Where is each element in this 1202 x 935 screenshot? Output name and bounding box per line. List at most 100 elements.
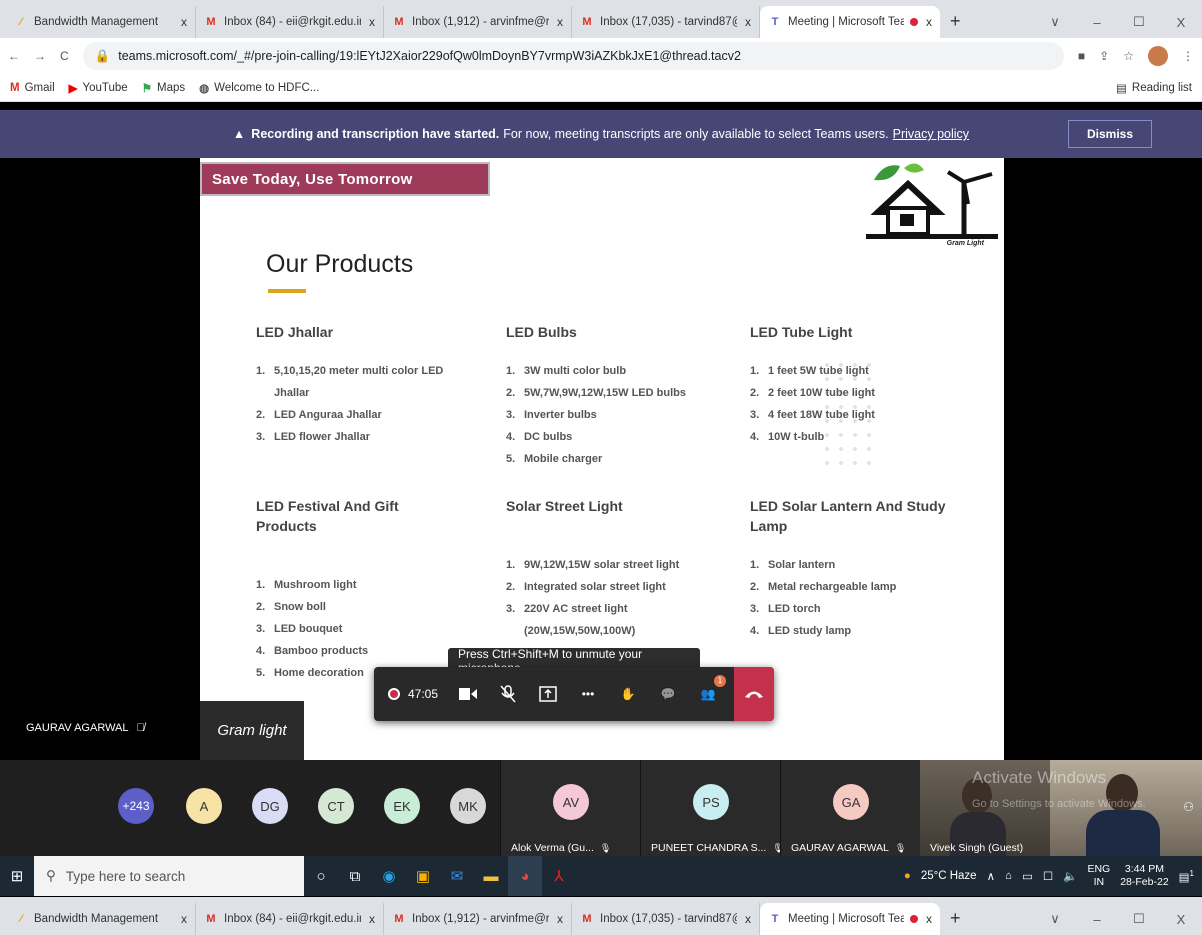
close-tab-icon[interactable]: x <box>181 15 187 29</box>
participant-tile[interactable]: PS PUNEET CHANDRA S... 🎙 <box>640 760 784 856</box>
browser-tab[interactable]: M Inbox (84) - eii@rkgit.edu.in - Raj x <box>196 6 384 38</box>
camera-toggle-button[interactable] <box>448 667 488 721</box>
camera-icon[interactable]: ■ <box>1078 49 1085 63</box>
participant-tile[interactable]: GA GAURAV AGARWAL 🎙 <box>780 760 920 856</box>
close-tab-icon[interactable]: x <box>369 912 375 926</box>
bookmark-item[interactable]: ▶ YouTube <box>69 81 128 95</box>
notification-icon[interactable]: ▤1 <box>1179 869 1194 884</box>
item-text: LED bouquet <box>274 623 343 635</box>
close-tab-icon[interactable]: x <box>745 912 751 926</box>
chevron-down-icon[interactable]: ∨ <box>1034 911 1076 927</box>
recording-banner: ▲ Recording and transcription have start… <box>0 110 1202 158</box>
product-item: 3. LED flower Jhallar <box>256 426 456 448</box>
profile-avatar-icon[interactable] <box>1148 46 1168 66</box>
star-icon[interactable]: ☆ <box>1123 49 1134 63</box>
share-screen-button[interactable] <box>528 667 568 721</box>
chat-button[interactable]: 💬 <box>648 667 688 721</box>
participants-button[interactable]: 👥 1 <box>688 667 728 721</box>
close-tab-icon[interactable]: x <box>181 912 187 926</box>
reload-icon[interactable]: C <box>60 49 69 63</box>
display-icon[interactable]: ☐ <box>1043 869 1053 883</box>
item-number: 1. <box>750 365 760 377</box>
maximize-icon[interactable]: ☐ <box>1118 911 1160 927</box>
new-tab-icon[interactable]: + <box>940 903 971 935</box>
close-tab-icon[interactable]: x <box>926 912 932 926</box>
activate-windows-subtitle: Go to Settings to activate Windows. <box>972 798 1146 810</box>
weather-text[interactable]: 25°C Haze <box>921 870 977 882</box>
close-icon[interactable]: X <box>1160 15 1202 30</box>
bookmark-item[interactable]: ◍ Welcome to HDFC... <box>199 81 319 95</box>
battery-icon[interactable]: ▭ <box>1022 869 1033 883</box>
close-tab-icon[interactable]: x <box>926 15 932 29</box>
gmail-icon: M <box>394 913 404 925</box>
new-tab-icon[interactable]: + <box>940 6 971 38</box>
product-list: 1. Solar lantern 2. Metal rechargeable lamp… <box>750 554 950 642</box>
person-icon: ⚇ <box>1183 800 1194 814</box>
item-number: 4. <box>256 645 266 657</box>
folder-icon: ▬ <box>483 867 499 885</box>
browser-tab[interactable]: M Inbox (84) - eii@rkgit.edu.in - Raj x <box>196 903 384 935</box>
browser-tab[interactable]: ⁄ Bandwidth Management x <box>6 903 196 935</box>
browser-tab[interactable]: M Inbox (17,035) - tarvind87@gma x <box>572 6 760 38</box>
minimize-icon[interactable]: – <box>1076 15 1118 30</box>
reading-list[interactable]: ▤ Reading list <box>1116 81 1192 95</box>
dismiss-button[interactable]: Dismiss <box>1068 120 1152 148</box>
raise-hand-button[interactable]: ✋ <box>608 667 648 721</box>
minimize-icon[interactable]: – <box>1076 912 1118 927</box>
participant-avatar[interactable]: DG <box>252 788 288 824</box>
participant-avatar[interactable]: MK <box>450 788 486 824</box>
share-icon[interactable]: ⇪ <box>1099 49 1109 63</box>
participant-tile[interactable]: AV Alok Verma (Gu... 🎙 <box>500 760 640 856</box>
language-indicator[interactable]: ENG IN <box>1087 863 1110 889</box>
clock[interactable]: 3:44 PM 28-Feb-22 <box>1120 863 1168 889</box>
network-icon[interactable]: ⌂ <box>1005 870 1012 882</box>
taskbar-search[interactable]: ⚲ Type here to search <box>34 856 304 896</box>
item-number: 5. <box>256 667 266 679</box>
browser-tab[interactable]: M Inbox (1,912) - arvinfme@rkgit.e x <box>384 903 572 935</box>
back-icon[interactable]: ← <box>8 49 20 63</box>
participant-avatar[interactable]: A <box>186 788 222 824</box>
url-field[interactable]: 🔒 teams.microsoft.com/_#/pre-join-callin… <box>82 42 1064 70</box>
browser-tab[interactable]: M Inbox (17,035) - tarvind87@gma x <box>572 903 760 935</box>
mic-icon: 🎙 <box>599 842 612 853</box>
cortana-button[interactable]: ○ <box>304 856 338 896</box>
participant-avatar[interactable]: CT <box>318 788 354 824</box>
start-button[interactable]: ⊞ <box>0 856 34 896</box>
forward-icon[interactable]: → <box>34 49 46 63</box>
product-item: 2. 2 feet 10W tube light <box>750 382 950 404</box>
chrome-button[interactable]: ◕ <box>508 856 542 896</box>
bookmark-item[interactable]: ⚑ Maps <box>142 81 185 95</box>
chevron-up-icon[interactable]: ∧ <box>987 869 995 883</box>
mic-toggle-button[interactable] <box>488 667 528 721</box>
browser-tab[interactable]: T Meeting | Microsoft Teams x <box>760 6 940 38</box>
store-button[interactable]: ▣ <box>406 856 440 896</box>
close-tab-icon[interactable]: x <box>557 15 563 29</box>
menu-icon[interactable]: ⋮ <box>1182 49 1194 63</box>
chevron-down-icon[interactable]: ∨ <box>1034 14 1076 30</box>
more-actions-button[interactable]: ••• <box>568 667 608 721</box>
gmail-icon: M <box>582 16 592 28</box>
overflow-participants[interactable]: +243 <box>118 788 154 824</box>
file-explorer-button[interactable]: ▬ <box>474 856 508 896</box>
close-tab-icon[interactable]: x <box>557 912 563 926</box>
task-view-button[interactable]: ⧉ <box>338 856 372 896</box>
mail-button[interactable]: ✉ <box>440 856 474 896</box>
close-tab-icon[interactable]: x <box>745 15 751 29</box>
privacy-policy-link[interactable]: Privacy policy <box>893 127 969 141</box>
tab-title: Meeting | Microsoft Teams <box>788 913 904 925</box>
tab-title: Inbox (1,912) - arvinfme@rkgit.e <box>412 16 549 28</box>
browser-tab[interactable]: ⁄ Bandwidth Management x <box>6 6 196 38</box>
close-icon[interactable]: X <box>1160 912 1202 927</box>
bookmark-item[interactable]: M Gmail <box>10 82 55 94</box>
edge-button[interactable]: ◉ <box>372 856 406 896</box>
product-heading: LED Bulbs <box>506 324 577 340</box>
browser-tab[interactable]: M Inbox (1,912) - arvinfme@rkgit.e x <box>384 6 572 38</box>
close-tab-icon[interactable]: x <box>369 15 375 29</box>
leave-call-button[interactable] <box>734 667 774 721</box>
item-text: Home decoration <box>274 667 364 679</box>
volume-icon[interactable]: 🔈 <box>1063 869 1077 883</box>
acrobat-button[interactable]: ⅄ <box>542 856 576 896</box>
maximize-icon[interactable]: ☐ <box>1118 14 1160 30</box>
participant-avatar[interactable]: EK <box>384 788 420 824</box>
browser-tab[interactable]: T Meeting | Microsoft Teams x <box>760 903 940 935</box>
